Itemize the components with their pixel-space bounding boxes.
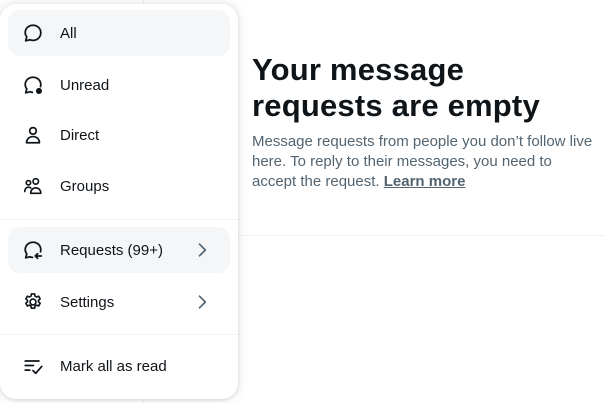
person-icon [22,124,44,146]
chevron-right-icon [192,292,212,312]
menu-item-label: Groups [60,177,110,195]
menu-item-label: Unread [60,76,110,94]
menu-item-settings[interactable]: Settings [8,279,230,325]
gear-icon [22,291,44,313]
menu-item-groups[interactable]: Groups [8,163,230,209]
menu-item-label: All [60,24,77,42]
menu-item-label: Direct [60,126,100,144]
chat-bubble-unread-icon [22,74,44,96]
chat-bubble-icon [22,22,44,44]
menu-item-unread[interactable]: Unread [8,62,230,108]
menu-item-direct[interactable]: Direct [8,112,230,158]
menu-item-label: Requests (99+) [60,241,163,259]
menu-item-mark-all-read[interactable]: Mark all as read [8,343,230,389]
empty-state-description: Message requests from people you don’t f… [252,132,597,192]
chat-bubble-request-icon [22,239,44,261]
empty-state: Your message requests are empty Message … [252,52,597,192]
section-divider [238,235,605,236]
menu-item-all[interactable]: All [8,10,230,56]
menu-item-requests[interactable]: Requests (99+) [8,227,230,273]
check-list-icon [22,355,44,377]
chevron-right-icon [192,240,212,260]
menu-divider [0,334,238,335]
menu-item-label: Settings [60,293,115,311]
group-icon [22,175,44,197]
menu-divider [0,219,238,220]
learn-more-link[interactable]: Learn more [384,173,466,190]
message-filter-menu: All Unread Direct Groups Requests (99+) … [0,4,238,399]
empty-state-title: Your message requests are empty [252,52,540,123]
menu-item-label: Mark all as read [60,357,167,375]
